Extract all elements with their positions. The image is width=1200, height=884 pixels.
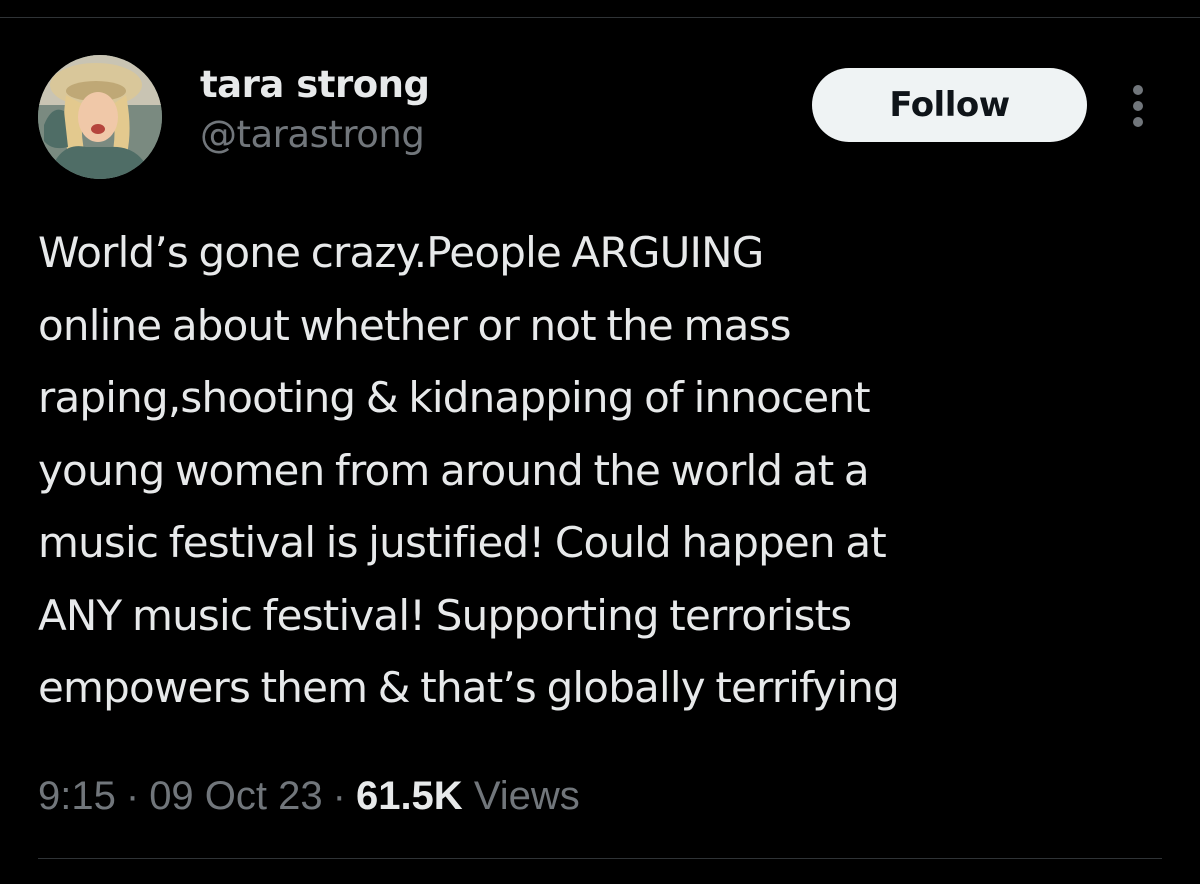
tweet-text: World’s gone crazy.People ARGUING online… bbox=[38, 217, 1178, 725]
avatar[interactable] bbox=[38, 55, 162, 179]
tweet-meta: 9:15 · 09 Oct 23 · 61.5K Views bbox=[38, 770, 580, 822]
tweet-date[interactable]: 09 Oct 23 bbox=[149, 774, 322, 818]
follow-button[interactable]: Follow bbox=[812, 68, 1087, 142]
more-options-button[interactable] bbox=[1116, 82, 1160, 130]
top-divider bbox=[0, 17, 1200, 18]
tweet-text-line: ANY music festival! Supporting terrorist… bbox=[38, 590, 852, 640]
tweet-time[interactable]: 9:15 bbox=[38, 774, 116, 818]
author-block: tara strong @tarastrong bbox=[200, 60, 430, 160]
avatar-image bbox=[38, 55, 162, 179]
tweet-text-line: online about whether or not the mass bbox=[38, 300, 792, 350]
author-handle[interactable]: @tarastrong bbox=[200, 110, 429, 160]
meta-separator: · bbox=[125, 774, 140, 818]
tweet-text-line: music festival is justified! Could happe… bbox=[38, 518, 887, 567]
more-vertical-icon bbox=[1133, 85, 1143, 127]
tweet-text-line: young women from around the world at a bbox=[38, 445, 870, 495]
bottom-divider bbox=[38, 858, 1162, 859]
tweet-text-line: raping,shooting & kidnapping of innocent bbox=[38, 373, 871, 422]
views-label: Views bbox=[473, 774, 580, 818]
author-display-name[interactable]: tara strong bbox=[200, 60, 430, 110]
views-count[interactable]: 61.5K bbox=[356, 774, 463, 818]
meta-separator: · bbox=[332, 774, 346, 818]
tweet-text-line: World’s gone crazy.People ARGUING bbox=[38, 228, 764, 277]
tweet-text-line: empowers them & that’s globally terrifyi… bbox=[38, 663, 900, 712]
